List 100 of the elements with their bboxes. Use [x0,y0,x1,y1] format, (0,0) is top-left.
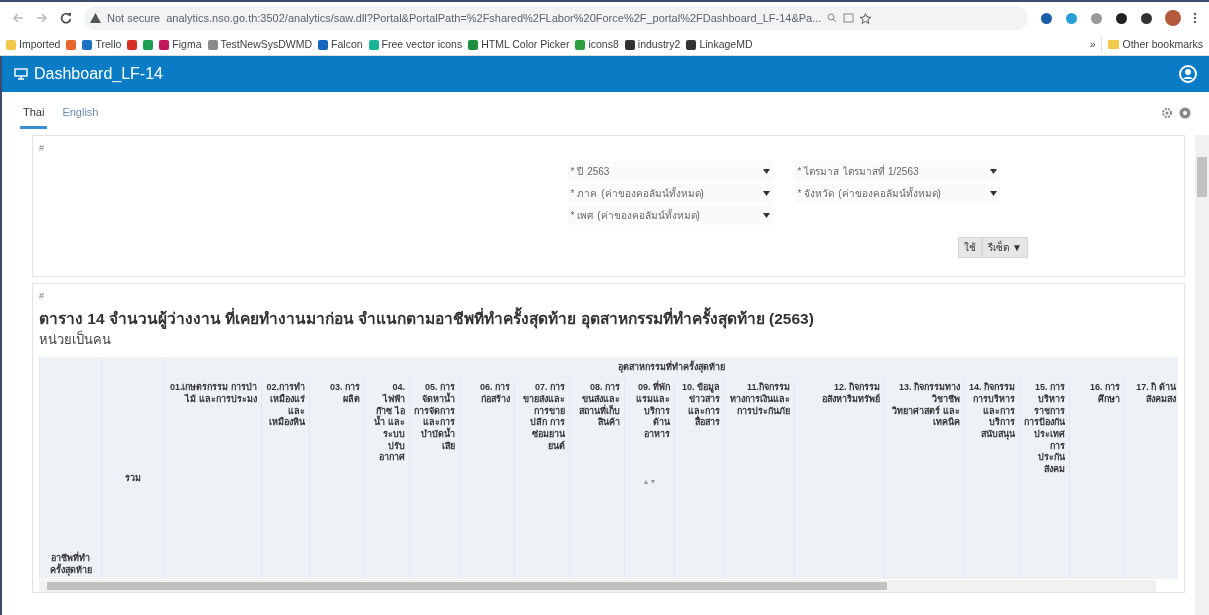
bookmark[interactable]: LinkageMD [686,36,753,53]
dashboard-icon [14,68,28,80]
back-icon[interactable] [12,12,24,24]
prompt-dropdown[interactable]: * เพศ (ค่าของคอลัมน์ทั้งหมด) [567,205,773,225]
prompt-label: * ไตรมาส [797,164,840,179]
bookmark[interactable]: Free vector icons [368,36,463,53]
column-header: 12. กิจกรรมอสังหาริมทรัพย์ [821,382,880,406]
user-icon[interactable] [1179,65,1197,83]
bookmark-icon [318,39,329,50]
bookmark[interactable] [143,39,154,50]
column-header: 16. การศึกษา [1089,382,1120,406]
prompt-dropdown[interactable]: * จังหวัด (ค่าของคอลัมน์ทั้งหมด) [794,183,1000,203]
apply-button[interactable]: ใช้ [958,237,983,258]
report-title: ตาราง 14 จำนวนผู้ว่างงาน ที่เคยทำงานมาก่อน จำแนกตามอาชีพที่ทำครั้งสุดท้าย อุตสาหกรรมที่ทำครั้งสุดท้าย (2563) [39,306,815,330]
address-bar[interactable]: Not secure analytics.nso.go.th:3502/analytics/saw.dll?Portal&PortalPath=%2Fshared%2FLabor%20Force%2F_portal%2FDashboard_LF-14&Pa... [84,6,1028,30]
column-header: 07. การขายส่งและการขายปลีก การซ่อมยานยนต์ [522,382,565,453]
caret-icon [762,168,770,174]
caret-icon [989,190,997,196]
tab[interactable]: Thai [20,98,48,129]
forward-icon[interactable] [36,12,48,24]
bookmark[interactable]: industry2 [624,36,681,53]
column-header: 14. กิจกรรมการบริหารและการบริการสนับสนุน [969,382,1015,441]
bookmark[interactable] [127,39,138,50]
vertical-scrollbar[interactable] [1195,134,1209,615]
column-header: 04. ไฟฟ้า ก๊าซ ไอน้ำ และระบบปรับอากาศ [373,382,405,465]
search-icon[interactable] [827,13,838,23]
bookmark-icon [6,39,16,50]
more-icon[interactable] [1193,12,1197,24]
column-header: 13. กิจกรรมทางวิชาชีพ วิทยาศาสตร์ และเทคนิค [891,382,960,429]
extension-icon[interactable] [1040,11,1053,25]
reset-button[interactable]: รีเซ็ต ▼ [982,237,1028,258]
bookmark[interactable]: TestNewSysDWMD [207,36,313,53]
column-header: รวม [101,379,164,580]
more-bookmarks-button[interactable]: » [1089,36,1096,53]
column-header: 09. ที่พักแรมและบริการด้านอาหาร [635,382,670,441]
prompt-dropdown[interactable]: * ภาค (ค่าของคอลัมน์ทั้งหมด) [567,183,773,203]
bookmark-icon [686,39,697,50]
prompt-dropdown[interactable]: * ไตรมาส ไตรมาสที่ 1/2563 [794,161,1000,181]
column-header: 06. การก่อสร้าง [479,382,510,406]
prompt-dropdown[interactable]: * ปี 2563 [567,161,773,181]
avatar-icon[interactable] [1165,10,1181,26]
bookmark[interactable]: icons8 [575,36,619,53]
prompt-label: * จังหวัด [797,186,835,201]
bookmark-icon [82,39,93,50]
bookmark-icon [159,39,170,50]
column-header: 08. การขนส่งและสถานที่เก็บสินค้า [578,382,620,429]
horizontal-scrollbar[interactable] [39,580,1156,593]
folder-icon [1108,40,1120,49]
bookmark-icon [66,39,77,50]
caret-icon [989,168,997,174]
column-header: 11.กิจกรรมทางการเงินและการประกันภัย [729,382,790,418]
anchor-icon: # [39,290,1178,304]
prompt-label: * ปี [570,164,584,179]
url-text: analytics.nso.go.th:3502/analytics/saw.dll?Portal&PortalPath=%2Fshared%2FLabor%20Force%2F_portal%2FDashboard_LF-14&Pa... [166,10,822,26]
prompt-label: * ภาค [570,186,598,201]
star-icon[interactable] [860,12,872,24]
column-header: 03. การผลิต [329,382,360,406]
column-header: 15. การบริหารราชการ การป้องกันประเทศ การประกันสังคม [1024,382,1065,476]
column-header: 05. การจัดหาน้ำ การจัดการ และการบำบัดน้ำเสีย [414,382,455,453]
column-header: 10. ข้อมูลข่าวสารและการสื่อสาร [681,382,720,429]
prompt-value: 2563 [587,164,611,179]
bookmark-icon [575,39,586,50]
bookmark-icon [368,39,379,50]
column-group-header: อุตสาหกรรมที่ทำครั้งสุดท้าย [163,357,1178,380]
bookmark[interactable] [66,39,77,50]
bookmark-icon [624,39,635,50]
extension-icon[interactable] [1140,11,1153,25]
bookmark[interactable]: Figma [159,36,202,53]
reload-icon[interactable] [60,12,72,24]
bookmark-icon [127,39,138,50]
security-label: Not secure [107,10,161,26]
app-title: Dashboard_LF-14 [34,64,163,84]
bookmark[interactable]: Trello [82,36,122,53]
column-header: 17. กิ ด้าน สังคมสง [1135,382,1176,406]
prompt-value: (ค่าของคอลัมน์ทั้งหมด) [597,207,701,223]
caret-icon [762,212,770,218]
caret-icon [762,190,770,196]
bookmark[interactable]: Other bookmarks [1101,36,1203,53]
prompt-value: (ค่าของคอลัมน์ทั้งหมด) [838,185,942,201]
bookmark[interactable]: Imported [6,36,61,53]
prompt-value: ไตรมาสที่ 1/2563 [843,163,920,179]
column-header: 01.เกษตรกรรม การป่าไม้ และการประมง [169,382,257,406]
prompt-value: (ค่าของคอลัมน์ทั้งหมด) [601,185,705,201]
extension-icon[interactable] [1115,11,1128,25]
bookmark[interactable]: Falcon [318,36,363,53]
row-header: อาชีพที่ทำครั้งสุดท้าย [39,379,102,580]
bookmark[interactable]: HTML Color Picker [468,36,570,53]
scrollbar-thumb[interactable] [1197,156,1207,197]
share-icon[interactable] [843,13,855,23]
scrollbar-thumb[interactable] [47,582,887,591]
warning-icon [90,13,101,23]
bookmark-icon [468,39,479,50]
settings-icon[interactable] [1161,107,1173,120]
column-header: 02.การทำเหมืองแร่และเหมืองหิน [266,382,305,429]
bookmark-icon [143,39,154,50]
help-icon[interactable] [1179,107,1191,120]
prompt-label: * เพศ [570,208,594,223]
bookmark-icon [207,39,218,50]
report-subtitle: หน่วยเป็นคน [39,329,112,349]
tab[interactable]: English [59,98,102,129]
